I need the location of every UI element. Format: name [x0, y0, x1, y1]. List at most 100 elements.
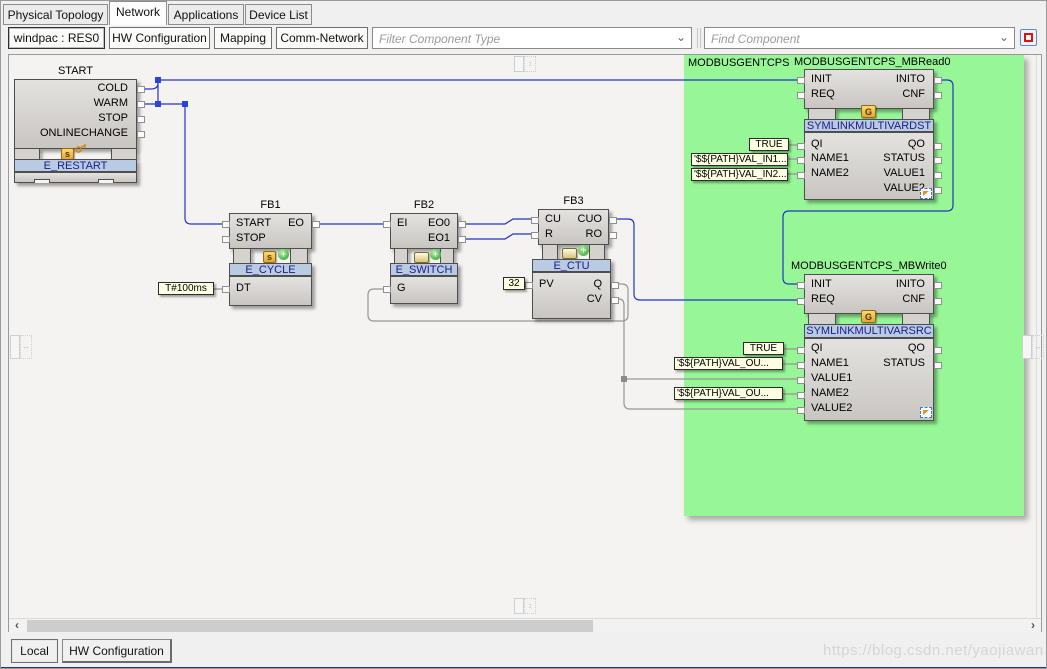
event-output-label: EO1	[427, 232, 450, 244]
block-neck	[394, 249, 408, 263]
pin-value2-out[interactable]	[934, 187, 942, 194]
fb-type-name[interactable]: E_CTU	[532, 259, 611, 272]
fb-mbread[interactable]: MODBUSGENTCPS_MBRead0 INIT REQ INITO CNF…	[794, 56, 951, 200]
pin-cv-out[interactable]	[611, 297, 619, 304]
fb-type-name[interactable]: E_CYCLE	[229, 263, 312, 276]
pin-q-out[interactable]	[611, 282, 619, 289]
pin-warm[interactable]	[137, 101, 145, 108]
fb-fb1[interactable]: FB1 START STOP EO s + E_CYCLE DT	[222, 199, 320, 306]
value-box-name1[interactable]: '$${PATH}VAL_OU...	[674, 357, 783, 370]
block-neck	[14, 149, 40, 159]
pin-stop[interactable]	[137, 116, 145, 123]
pin-eo-out[interactable]	[312, 221, 320, 228]
horizontal-scrollbar[interactable]: ‹ ›	[9, 618, 1041, 632]
value-box-qi[interactable]: TRUE	[743, 342, 784, 355]
block-neck	[290, 249, 308, 263]
pin-onlinechange[interactable]	[137, 131, 145, 138]
data-input-label: NAME1	[811, 152, 849, 164]
fb-instance-name: FB3	[563, 195, 584, 207]
fb-instance-name: START	[57, 65, 94, 77]
fb-fb3[interactable]: FB3 CU R CUO RO + E_CTU PV Q CV	[525, 195, 619, 319]
fb-type-name[interactable]: E_RESTART	[14, 159, 137, 172]
event-output-label: CNF	[902, 293, 925, 305]
pin-value1-out[interactable]	[934, 172, 942, 179]
pin-qi-in[interactable]	[797, 143, 805, 150]
pin-ro-out[interactable]	[609, 232, 617, 239]
fb-start[interactable]: START COLD WARM STOP ONLINECHANGE s E_RE…	[14, 65, 145, 184]
pin-init-in[interactable]	[797, 77, 805, 84]
event-output-label: WARM	[93, 97, 128, 109]
watermark-text: https://blog.csdn.net/yaojiawan	[823, 642, 1044, 659]
pin-r-in[interactable]	[531, 232, 539, 239]
value-box-pv[interactable]: 32	[503, 277, 525, 290]
pin-status-out[interactable]	[934, 362, 942, 369]
scroll-left-icon[interactable]: ‹	[9, 619, 25, 632]
pin-ei-in[interactable]	[383, 221, 391, 228]
value-box-qi[interactable]: TRUE	[749, 138, 789, 151]
pin-start-in[interactable]	[222, 221, 230, 228]
pin-inito-out[interactable]	[934, 77, 942, 84]
pin-stop-in[interactable]	[222, 236, 230, 243]
pin-init-in[interactable]	[797, 282, 805, 289]
event-input-label: INIT	[811, 73, 832, 85]
event-input-label: REQ	[811, 293, 835, 305]
block-neck	[233, 249, 251, 263]
pin-name2-in[interactable]	[797, 392, 805, 399]
pin-qo-out[interactable]	[934, 347, 942, 354]
value-box-dt[interactable]: T#100ms	[158, 282, 214, 295]
event-output-label: INITO	[895, 73, 925, 85]
fb-fb2[interactable]: FB2 EI EO0 EO1 + E_SWITCH G	[383, 199, 466, 304]
fb-mbwrite[interactable]: MODBUSGENTCPS_MBWrite0 INIT REQ INITO CN…	[791, 260, 947, 421]
pin-cnf-out[interactable]	[934, 92, 942, 99]
event-output-label: EO	[288, 217, 304, 229]
block-neck	[542, 245, 558, 259]
block-neck	[808, 314, 836, 324]
pin-name1-in[interactable]	[797, 362, 805, 369]
pin-pv-in[interactable]	[525, 282, 533, 289]
data-output-label: QO	[907, 138, 925, 150]
pin-req-in[interactable]	[797, 92, 805, 99]
pin-g-in[interactable]	[383, 286, 391, 293]
bottom-tab-hw-configuration[interactable]: HW Configuration	[62, 639, 172, 663]
block-neck	[902, 109, 930, 119]
data-output-label: CV	[586, 293, 602, 305]
pin-dt-in[interactable]	[222, 286, 230, 293]
block-footer	[14, 172, 137, 183]
event-input-label: STOP	[236, 232, 266, 244]
pin-value1-in[interactable]	[797, 377, 805, 384]
scrollbar-thumb[interactable]	[27, 620, 593, 632]
block-neck	[111, 149, 137, 159]
pin-value2-in[interactable]	[797, 407, 805, 414]
pin-eo1-out[interactable]	[458, 236, 466, 243]
data-input-label: NAME1	[811, 357, 849, 369]
scroll-right-icon[interactable]: ›	[1025, 619, 1041, 632]
pin-name2-in[interactable]	[797, 172, 805, 179]
pin-cnf-out[interactable]	[934, 298, 942, 305]
pin-inito-out[interactable]	[934, 282, 942, 289]
bottom-tab-local[interactable]: Local	[11, 639, 58, 663]
fb-type-name[interactable]: SYMLINKMULTIVARSRC	[804, 324, 934, 338]
plus-badge-icon: +	[278, 249, 289, 260]
data-output-label: STATUS	[883, 357, 925, 369]
fb-type-name[interactable]: E_SWITCH	[390, 263, 458, 276]
value-box-name2[interactable]: '$${PATH}VAL_IN2...	[691, 168, 788, 181]
pin-qi-in[interactable]	[797, 347, 805, 354]
pin-status-out[interactable]	[934, 157, 942, 164]
event-input-label: REQ	[811, 88, 835, 100]
fb-type-name[interactable]: SYMLINKMULTIVARDST	[804, 119, 934, 132]
gateway-badge-icon: G	[861, 310, 876, 323]
pin-cu-in[interactable]	[531, 217, 539, 224]
mapping-indicator-icon	[920, 188, 932, 199]
data-input-label: DT	[236, 282, 251, 294]
chip-badge-icon	[414, 252, 429, 263]
pin-cold[interactable]	[137, 86, 145, 93]
pin-req-in[interactable]	[797, 298, 805, 305]
event-output-label: COLD	[97, 82, 128, 94]
pin-cuo-out[interactable]	[609, 217, 617, 224]
value-box-name2[interactable]: '$${PATH}VAL_OU...	[674, 387, 783, 400]
pin-qo-out[interactable]	[934, 143, 942, 150]
data-input-label: VALUE1	[811, 372, 853, 384]
pin-eo0-out[interactable]	[458, 221, 466, 228]
pin-name1-in[interactable]	[797, 157, 805, 164]
value-box-name1[interactable]: '$${PATH}VAL_IN1...	[691, 153, 788, 166]
